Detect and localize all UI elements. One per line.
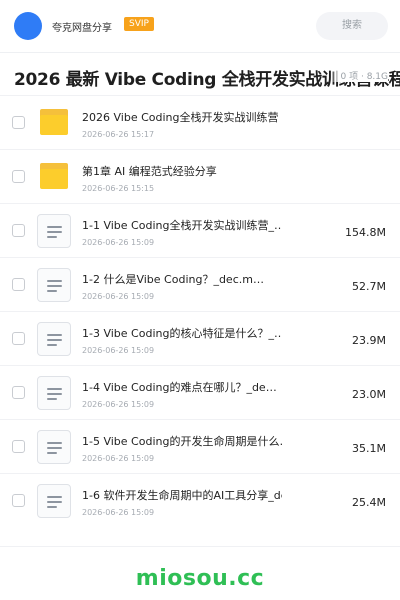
row-checkbox[interactable] bbox=[12, 116, 25, 129]
document-icon bbox=[37, 322, 71, 356]
file-size: 52.7M bbox=[352, 280, 386, 293]
file-date: 2026-06-26 15:09 bbox=[82, 292, 155, 301]
row-checkbox[interactable] bbox=[12, 494, 25, 507]
search-input[interactable]: 搜索 bbox=[316, 12, 388, 40]
list-item[interactable]: 1-4 Vibe Coding的难点在哪儿？_de… 2026-06-26 15… bbox=[0, 365, 400, 419]
file-date: 2026-06-26 15:09 bbox=[82, 346, 155, 355]
list-item[interactable]: 1-2 什么是Vibe Coding？_dec.m… 2026-06-26 15… bbox=[0, 257, 400, 311]
file-size: 35.1M bbox=[352, 442, 386, 455]
list-item[interactable]: 1-3 Vibe Coding的核心特征是什么？_… 2026-06-26 15… bbox=[0, 311, 400, 365]
folder-icon bbox=[40, 109, 68, 135]
file-name: 1-5 Vibe Coding的开发生命周期是什么… bbox=[82, 435, 282, 448]
file-name: 1-4 Vibe Coding的难点在哪儿？_de… bbox=[82, 381, 277, 394]
file-size: 23.9M bbox=[352, 334, 386, 347]
file-size: 154.8M bbox=[345, 226, 386, 239]
list-item[interactable]: 1-5 Vibe Coding的开发生命周期是什么… 2026-06-26 15… bbox=[0, 419, 400, 473]
document-icon bbox=[37, 268, 71, 302]
folder-icon bbox=[40, 163, 68, 189]
list-item[interactable]: 1-1 Vibe Coding全栈开发实战训练营_… 2026-06-26 15… bbox=[0, 203, 400, 257]
row-checkbox[interactable] bbox=[12, 224, 25, 237]
file-date: 2026-06-26 15:09 bbox=[82, 238, 155, 247]
file-name: 1-6 软件开发生命周期中的AI工具分享_dec.… bbox=[82, 489, 282, 502]
file-date: 2026-06-26 15:15 bbox=[82, 184, 155, 193]
list-item[interactable]: 2026 Vibe Coding全栈开发实战训练营 2026-06-26 15:… bbox=[0, 95, 400, 149]
file-name: 2026 Vibe Coding全栈开发实战训练营 bbox=[82, 111, 279, 124]
row-checkbox[interactable] bbox=[12, 170, 25, 183]
list-item[interactable]: 第1章 AI 编程范式经验分享 2026-06-26 15:15 bbox=[0, 149, 400, 203]
file-name: 1-3 Vibe Coding的核心特征是什么？_… bbox=[82, 327, 282, 340]
document-icon bbox=[37, 376, 71, 410]
avatar[interactable] bbox=[14, 12, 42, 40]
file-date: 2026-06-26 15:09 bbox=[82, 454, 155, 463]
file-date: 2026-06-26 15:09 bbox=[82, 400, 155, 409]
svip-badge: SVIP bbox=[124, 17, 154, 31]
document-icon bbox=[37, 214, 71, 248]
file-name: 1-2 什么是Vibe Coding？_dec.m… bbox=[82, 273, 264, 286]
list-divider bbox=[0, 546, 400, 547]
folder-meta: 0 项 · 8.1G bbox=[330, 69, 388, 82]
file-name: 1-1 Vibe Coding全栈开发实战训练营_… bbox=[82, 219, 282, 232]
file-date: 2026-06-26 15:17 bbox=[82, 130, 155, 139]
file-name: 第1章 AI 编程范式经验分享 bbox=[82, 165, 217, 178]
user-name: 夸克网盘分享 bbox=[52, 23, 112, 34]
document-icon bbox=[37, 430, 71, 464]
folder-header: 2026 最新 Vibe Coding 全栈开发实战训练营课程 0 项 · 8.… bbox=[0, 53, 400, 95]
file-size: 23.0M bbox=[352, 388, 386, 401]
row-checkbox[interactable] bbox=[12, 440, 25, 453]
watermark: miosou.cc bbox=[135, 566, 265, 591]
file-size: 25.4M bbox=[352, 496, 386, 509]
document-icon bbox=[37, 484, 71, 518]
row-checkbox[interactable] bbox=[12, 386, 25, 399]
file-date: 2026-06-26 15:09 bbox=[82, 508, 155, 517]
row-checkbox[interactable] bbox=[12, 332, 25, 345]
row-checkbox[interactable] bbox=[12, 278, 25, 291]
top-bar: 夸克网盘分享 SVIP 搜索 bbox=[0, 0, 400, 52]
list-item[interactable]: 1-6 软件开发生命周期中的AI工具分享_dec.… 2026-06-26 15… bbox=[0, 473, 400, 527]
